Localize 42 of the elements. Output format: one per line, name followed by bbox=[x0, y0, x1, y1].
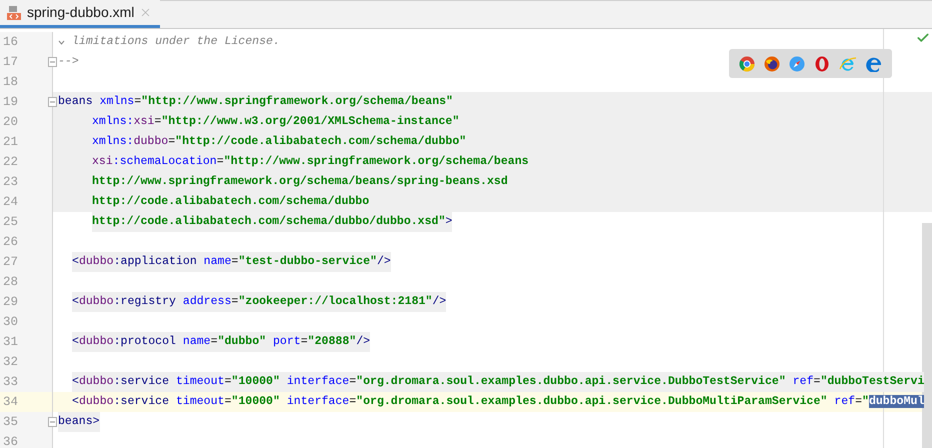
line-number: 36 bbox=[2, 434, 18, 448]
code-line: <dubbo:service timeout="10000" interface="org.dromara.soul.examples.dubbo.api.service.DubboMultiParamService" ref="dubboMul bbox=[72, 394, 924, 410]
code-line: xmlns:dubbo="http://code.alibabatech.com/schema/dubbo" bbox=[92, 134, 466, 150]
line-number: 17 bbox=[2, 54, 18, 71]
file-tab[interactable]: spring-dubbo.xml bbox=[0, 0, 160, 28]
browser-icon[interactable] bbox=[814, 56, 830, 72]
line-number: 33 bbox=[2, 374, 18, 391]
line-number: 20 bbox=[2, 114, 18, 131]
line-number: 32 bbox=[2, 354, 18, 371]
line-number: 27 bbox=[2, 254, 18, 271]
fold-marker-icon[interactable] bbox=[48, 97, 57, 107]
browser-icon[interactable] bbox=[866, 56, 882, 72]
code-line: xsi:schemaLocation="http://www.springframework.org/schema/beans bbox=[92, 154, 529, 170]
browser-icon[interactable] bbox=[739, 56, 755, 72]
browser-icon[interactable] bbox=[764, 56, 780, 72]
line-number: 28 bbox=[2, 274, 18, 291]
line-number: 22 bbox=[2, 154, 18, 171]
chevron-icon[interactable] bbox=[58, 40, 65, 44]
line-number: 31 bbox=[2, 334, 18, 351]
fold-marker-icon[interactable] bbox=[48, 57, 57, 67]
code-line: limitations under the License. bbox=[72, 34, 280, 50]
line-number: 30 bbox=[2, 314, 18, 331]
line-number: 25 bbox=[2, 214, 18, 231]
xml-file-icon bbox=[6, 4, 22, 20]
code-line: --> bbox=[58, 54, 79, 70]
fold-marker-icon[interactable] bbox=[48, 417, 57, 427]
line-number: 21 bbox=[2, 134, 18, 151]
line-number: 19 bbox=[2, 94, 18, 111]
code-line: http://www.springframework.org/schema/beans/spring-beans.xsd bbox=[92, 174, 508, 190]
line-number: 26 bbox=[2, 234, 18, 251]
line-number: 18 bbox=[2, 74, 18, 91]
check-icon bbox=[916, 31, 930, 45]
code-line: xmlns:xsi="http://www.w3.org/2001/XMLSchema-instance" bbox=[92, 114, 460, 130]
code-line: http://code.alibabatech.com/schema/dubbo bbox=[92, 194, 370, 210]
scrollbar[interactable] bbox=[922, 223, 932, 448]
code-line: beans xmlns="http://www.springframework.org/schema/beans" bbox=[58, 94, 453, 110]
line-number: 34 bbox=[2, 394, 18, 411]
line-number: 23 bbox=[2, 174, 18, 191]
line-number: 35 bbox=[2, 414, 18, 431]
line-number: 16 bbox=[2, 34, 18, 51]
line-number: 24 bbox=[2, 194, 18, 211]
line-number: 29 bbox=[2, 294, 18, 311]
